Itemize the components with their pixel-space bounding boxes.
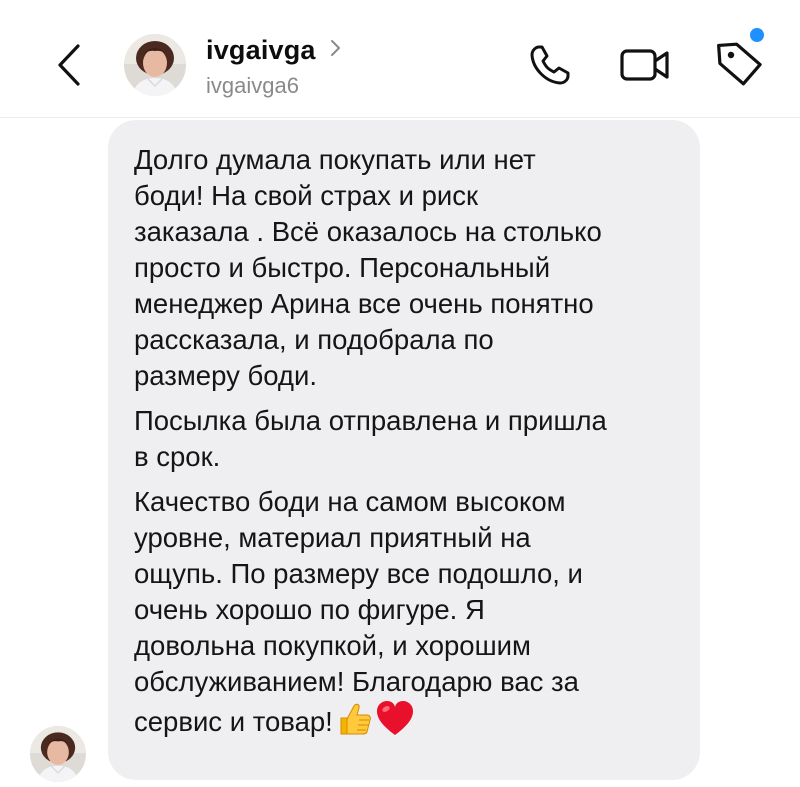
user-handle: ivgaivga6 <box>206 73 299 98</box>
phone-icon <box>530 45 570 85</box>
avatar-image <box>124 34 186 96</box>
chevron-left-icon <box>58 44 80 86</box>
chat-header: ivgaivga ivgaivga6 <box>0 0 800 118</box>
sender-avatar[interactable] <box>30 726 86 782</box>
profile-link[interactable]: ivgaivga ivgaivga6 <box>206 34 342 100</box>
chevron-right-icon <box>330 38 342 63</box>
message-paragraph: Посылка была отправлена и пришла в срок. <box>134 405 607 472</box>
avatar[interactable] <box>124 34 186 96</box>
tag-icon <box>717 42 762 86</box>
notification-dot <box>750 28 764 42</box>
tag-button[interactable] <box>712 34 768 90</box>
thumbs-up-emoji <box>335 700 373 747</box>
call-button[interactable] <box>526 41 574 89</box>
video-camera-icon <box>620 49 669 81</box>
message-paragraph-last: Качество боди на самом высоком уровне, м… <box>134 484 672 747</box>
message-paragraph: Долго думала покупать или нет боди! На с… <box>134 144 602 391</box>
avatar-image <box>30 726 86 782</box>
video-call-button[interactable] <box>618 41 672 89</box>
red-heart-emoji <box>375 700 415 747</box>
message-bubble[interactable]: Долго думала покупать или нет боди! На с… <box>108 120 700 780</box>
back-button[interactable] <box>52 42 86 88</box>
username: ivgaivga <box>206 35 316 65</box>
